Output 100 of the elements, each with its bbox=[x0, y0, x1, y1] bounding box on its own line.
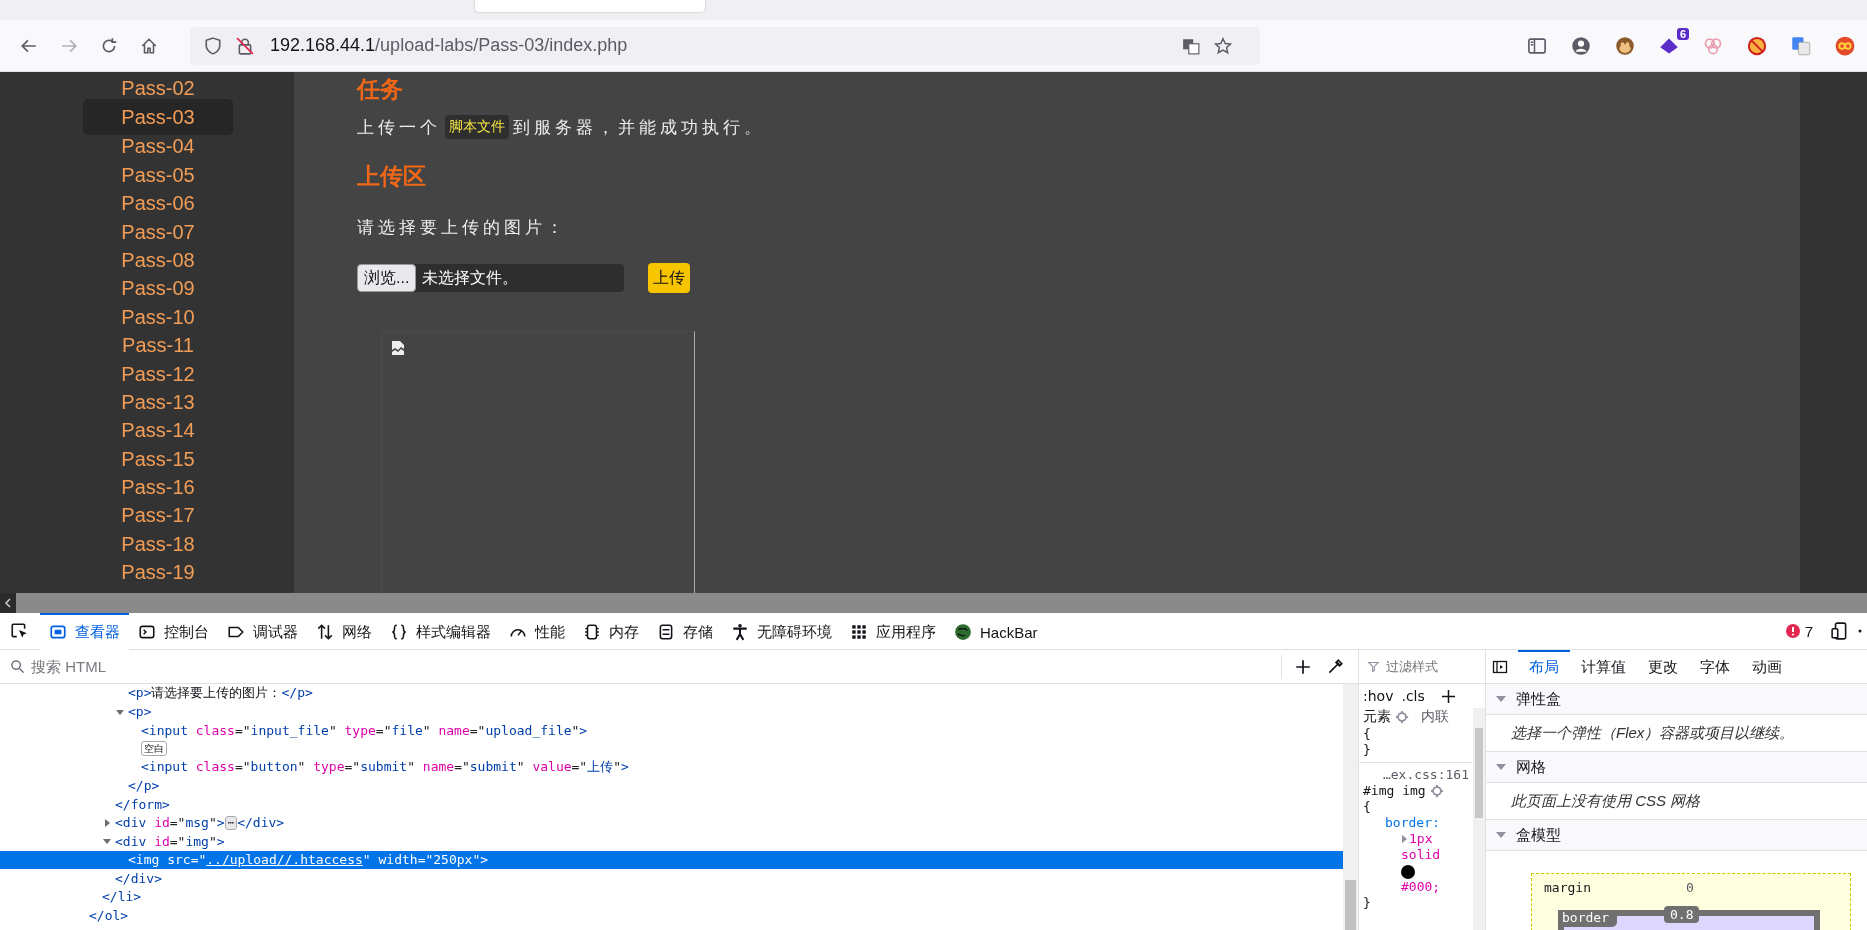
file-input[interactable]: 浏览... 未选择文件。 bbox=[357, 264, 624, 292]
sidebar-icon[interactable] bbox=[1527, 35, 1547, 56]
inspector-icon bbox=[49, 623, 67, 641]
rule-source-link[interactable]: …ex.css:161 bbox=[1363, 767, 1469, 783]
level-link[interactable]: Pass-12 bbox=[83, 359, 233, 388]
level-link[interactable]: Pass-19 bbox=[83, 558, 233, 587]
vertical-scrollbar[interactable] bbox=[1343, 684, 1358, 930]
markup-row[interactable]: <div id="msg"> ⋯ </div> bbox=[0, 813, 1343, 832]
level-link[interactable]: Pass-06 bbox=[83, 189, 233, 218]
element-picker-icon[interactable] bbox=[10, 622, 28, 640]
level-link[interactable]: Pass-09 bbox=[83, 274, 233, 303]
account-icon[interactable] bbox=[1571, 35, 1591, 56]
level-link[interactable]: Pass-08 bbox=[83, 245, 233, 275]
markup-code: </div> bbox=[237, 815, 285, 831]
console-icon bbox=[138, 623, 156, 641]
expand-arrow-icon[interactable] bbox=[102, 817, 112, 828]
sidebar-tab[interactable]: 更改 bbox=[1637, 650, 1689, 683]
horizontal-scrollbar[interactable] bbox=[0, 593, 1867, 613]
border-value[interactable]: 0.8 bbox=[1664, 906, 1700, 923]
devtools-tab[interactable]: 无障碍环境 bbox=[722, 612, 841, 650]
markup-code: <img src="../upload//.htaccess" width="250px"> bbox=[128, 852, 489, 868]
crosshair-icon[interactable] bbox=[1429, 784, 1444, 798]
level-link[interactable]: Pass-16 bbox=[83, 473, 233, 502]
brace: } bbox=[1363, 895, 1372, 911]
blocked-extension-icon[interactable] bbox=[1747, 35, 1767, 56]
markup-row[interactable]: <input class="input_file" type="file" name="upload_file"> bbox=[0, 721, 1343, 740]
devtools-tab[interactable]: 网络 bbox=[307, 612, 381, 650]
devtools-tab[interactable]: 存储 bbox=[648, 612, 722, 650]
translate-extension-icon[interactable] bbox=[1791, 35, 1811, 56]
markup-code: <p> bbox=[128, 704, 152, 720]
markup-row[interactable]: </form> bbox=[0, 795, 1343, 814]
markup-row[interactable]: </ol> bbox=[0, 906, 1343, 925]
address-bar[interactable]: 192.168.44.1/upload-labs/Pass-03/index.php bbox=[190, 26, 1260, 65]
star-icon[interactable] bbox=[1214, 36, 1232, 55]
eyedropper-icon[interactable] bbox=[1326, 657, 1344, 676]
shield-icon[interactable] bbox=[204, 36, 222, 55]
markup-row[interactable]: </p> bbox=[0, 776, 1343, 795]
markup-row[interactable]: <p>请选择要上传的图片：</p> bbox=[0, 684, 1343, 703]
markup-row[interactable]: <p> bbox=[0, 702, 1343, 721]
devtools-tab[interactable]: 查看器 bbox=[40, 612, 129, 650]
section-header[interactable]: 盒模型 bbox=[1486, 820, 1867, 851]
panel-toggle-icon[interactable] bbox=[1492, 658, 1508, 675]
markup-code: </div> bbox=[115, 870, 162, 886]
search-field[interactable]: 搜索 HTML bbox=[29, 657, 1281, 676]
markup-row[interactable]: 空白 bbox=[0, 739, 1343, 758]
devtools-tab[interactable]: 性能 bbox=[500, 612, 574, 650]
add-node-icon[interactable] bbox=[1294, 657, 1312, 676]
markup-code: <div id="msg"> bbox=[115, 815, 225, 831]
infinity-extension-icon[interactable] bbox=[1835, 35, 1855, 56]
monkey-extension-icon[interactable] bbox=[1615, 35, 1635, 56]
expand-arrow-icon[interactable] bbox=[1399, 834, 1409, 844]
markup-code: </form> bbox=[115, 796, 170, 812]
task-text: 到服务器，并能成功执行。 bbox=[513, 116, 765, 139]
browse-button[interactable]: 浏览... bbox=[357, 264, 417, 292]
level-link[interactable]: Pass-18 bbox=[83, 529, 233, 559]
translate-icon[interactable] bbox=[1182, 36, 1200, 55]
level-link[interactable]: Pass-03 bbox=[83, 99, 233, 136]
level-link[interactable]: Pass-14 bbox=[83, 416, 233, 445]
level-link[interactable]: Pass-11 bbox=[83, 331, 233, 360]
responsive-icon[interactable] bbox=[1831, 622, 1849, 640]
css-value: 1px bbox=[1409, 831, 1433, 847]
vertical-scrollbar[interactable] bbox=[1473, 708, 1485, 930]
color-swatch[interactable] bbox=[1401, 864, 1415, 879]
devtools-tab[interactable]: HackBar bbox=[945, 612, 1047, 650]
markup-row[interactable]: <img src="../upload//.htaccess" width="250px"> bbox=[0, 850, 1343, 869]
devtools-tab[interactable]: 应用程序 bbox=[841, 612, 945, 650]
collapsed-content-badge[interactable]: ⋯ bbox=[224, 815, 238, 830]
level-link[interactable]: Pass-15 bbox=[83, 444, 233, 474]
section-title: 弹性盒 bbox=[1516, 689, 1561, 709]
sidebar-tab[interactable]: 计算值 bbox=[1570, 650, 1637, 683]
insecure-lock-icon[interactable] bbox=[236, 36, 254, 55]
level-link[interactable]: Pass-17 bbox=[83, 501, 233, 530]
markup-row[interactable]: <input class="button" type="submit" name="submit" value="上传"> bbox=[0, 758, 1343, 777]
markup-row[interactable]: </li> bbox=[0, 887, 1343, 906]
level-link[interactable]: Pass-05 bbox=[83, 160, 233, 190]
upload-button[interactable]: 上传 bbox=[648, 263, 690, 293]
devtools-tab[interactable]: 调试器 bbox=[218, 612, 307, 650]
grid-icon bbox=[850, 623, 868, 641]
sidebar-tab[interactable]: 字体 bbox=[1689, 650, 1741, 683]
sidebar-tab[interactable]: 动画 bbox=[1741, 650, 1793, 683]
devtools-tab[interactable]: 内存 bbox=[574, 612, 648, 650]
reload-icon[interactable] bbox=[100, 36, 118, 55]
crosshair-icon[interactable] bbox=[1395, 710, 1409, 724]
level-link[interactable]: Pass-13 bbox=[83, 387, 233, 417]
section-header[interactable]: 弹性盒 bbox=[1486, 684, 1867, 715]
filter-field[interactable]: 过滤样式 bbox=[1384, 658, 1478, 675]
hover-toggle[interactable]: :hov bbox=[1363, 688, 1394, 704]
section-header[interactable]: 网格 bbox=[1486, 752, 1867, 783]
level-link[interactable]: Pass-10 bbox=[83, 302, 233, 332]
error-count[interactable]: 7 bbox=[1804, 622, 1813, 640]
level-link[interactable]: Pass-07 bbox=[83, 217, 233, 246]
whitespace-badge[interactable]: 空白 bbox=[141, 741, 167, 757]
markup-row[interactable]: <div id="img"> bbox=[0, 832, 1343, 851]
devtools-tab[interactable]: 样式编辑器 bbox=[381, 612, 500, 650]
home-icon[interactable] bbox=[140, 36, 158, 55]
add-rule-icon[interactable] bbox=[1440, 688, 1456, 704]
class-toggle[interactable]: .cls bbox=[1401, 688, 1425, 704]
scroll-left-icon[interactable] bbox=[0, 593, 16, 613]
devtools-tab[interactable]: 控制台 bbox=[129, 612, 218, 650]
markup-row[interactable]: </div> bbox=[0, 869, 1343, 888]
